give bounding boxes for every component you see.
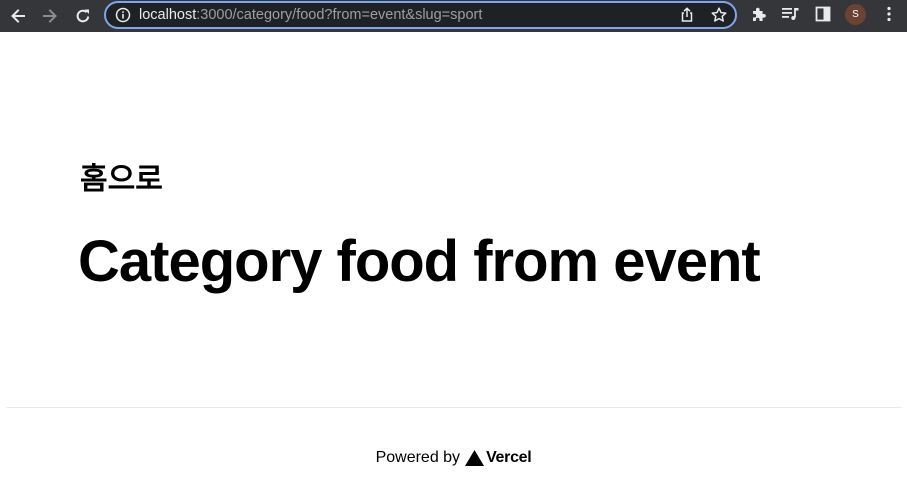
star-icon[interactable] [710,6,728,24]
vercel-wordmark: Vercel [486,449,532,466]
share-icon[interactable] [678,6,696,24]
reload-icon [76,9,90,23]
forward-icon [43,9,57,23]
vercel-triangle-icon [465,450,485,466]
back-button[interactable] [5,3,31,29]
address-bar[interactable]: localhost:3000/category/food?from=event&… [104,1,737,29]
browser-toolbar: localhost:3000/category/food?from=event&… [0,0,907,32]
footer: Powered by Vercel [0,446,907,470]
home-link[interactable]: 홈으로 [80,160,163,200]
back-icon [11,9,25,23]
url-text[interactable]: localhost:3000/category/food?from=event&… [139,6,482,24]
footer-divider [6,407,901,408]
extensions-icon[interactable] [750,5,768,23]
menu-icon[interactable] [880,5,898,23]
profile-avatar[interactable]: S [845,4,866,25]
reload-button[interactable] [70,3,96,29]
powered-by-vercel-link[interactable]: Powered by Vercel [376,449,532,467]
vercel-logo: Vercel [465,449,532,467]
url-path: :3000/category/food?from=event&slug=spor… [196,7,483,23]
forward-button[interactable] [37,3,63,29]
side-panel-icon[interactable] [814,5,832,23]
media-control-icon[interactable] [781,5,801,23]
url-host: localhost [139,7,197,23]
page-title: Category food from event [78,229,761,294]
powered-by-text: Powered by [375,449,461,466]
info-icon[interactable] [115,7,131,23]
